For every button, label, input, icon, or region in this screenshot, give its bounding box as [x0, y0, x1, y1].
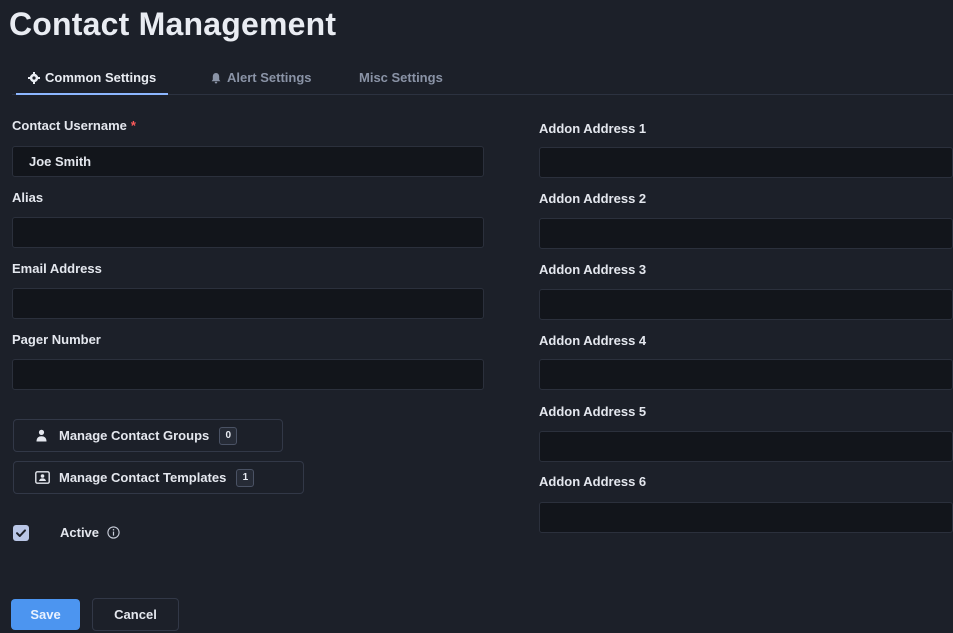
settings-tabs: Common Settings Alert Settings Misc Sett… [12, 62, 953, 95]
contact-templates-count-badge: 1 [236, 468, 255, 487]
addon-address-5-label: Addon Address 5 [539, 404, 647, 419]
user-icon [36, 429, 47, 442]
save-button[interactable]: Save [11, 599, 80, 630]
tab-label: Misc Settings [359, 70, 443, 85]
cancel-button[interactable]: Cancel [92, 598, 179, 631]
contact-management-page: Contact Management Common Settings Alert… [0, 0, 953, 633]
addon-address-6-input[interactable] [539, 502, 953, 533]
template-icon [35, 471, 50, 484]
info-icon[interactable] [107, 526, 120, 539]
addon-address-3-input[interactable] [539, 289, 953, 320]
page-title: Contact Management [9, 6, 337, 42]
email-address-input[interactable] [12, 288, 484, 319]
contact-username-input[interactable] [12, 146, 484, 177]
addon-address-2-input[interactable] [539, 218, 953, 249]
alias-input[interactable] [12, 217, 484, 248]
contact-groups-count-badge: 0 [219, 426, 238, 445]
pager-number-input[interactable] [12, 359, 484, 390]
manage-contact-groups-button[interactable]: Manage Contact Groups 0 [13, 419, 283, 452]
addon-address-2-label: Addon Address 2 [539, 191, 647, 206]
tab-misc-settings[interactable]: Misc Settings [359, 62, 443, 94]
manage-contact-groups-label: Manage Contact Groups [59, 428, 210, 443]
active-label: Active [60, 525, 120, 540]
gear-icon [28, 72, 40, 84]
pager-number-label: Pager Number [12, 332, 101, 347]
alias-label: Alias [12, 190, 44, 205]
addon-address-4-label: Addon Address 4 [539, 333, 647, 348]
addon-address-1-input[interactable] [539, 147, 953, 178]
addon-address-4-input[interactable] [539, 359, 953, 390]
required-asterisk: * [130, 118, 136, 133]
addon-address-1-label: Addon Address 1 [539, 121, 647, 136]
manage-contact-templates-label: Manage Contact Templates [59, 470, 227, 485]
tab-common-settings[interactable]: Common Settings [15, 62, 169, 95]
active-label-text: Active [60, 525, 100, 540]
contact-username-label: Contact Username * [12, 118, 136, 133]
checkmark-icon [16, 529, 26, 537]
addon-address-3-label: Addon Address 3 [539, 262, 647, 277]
contact-username-label-text: Contact Username [12, 118, 127, 133]
email-address-label: Email Address [12, 261, 102, 276]
manage-contact-templates-button[interactable]: Manage Contact Templates 1 [13, 461, 304, 494]
bell-icon [211, 73, 221, 84]
tab-alert-settings[interactable]: Alert Settings [210, 62, 312, 94]
active-checkbox[interactable] [13, 525, 29, 541]
tab-label: Alert Settings [227, 70, 312, 85]
tab-label: Common Settings [45, 70, 157, 85]
addon-address-5-input[interactable] [539, 431, 953, 462]
addon-address-6-label: Addon Address 6 [539, 474, 647, 489]
